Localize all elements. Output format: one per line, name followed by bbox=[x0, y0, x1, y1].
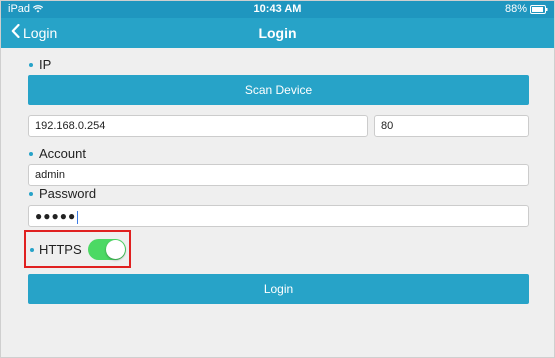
ip-label-text: IP bbox=[39, 57, 52, 72]
bullet-icon bbox=[29, 62, 33, 67]
battery-percent: 88% bbox=[504, 3, 527, 15]
scan-device-button[interactable]: Scan Device bbox=[28, 75, 529, 105]
app-window: iPad 10:43 AM 88% Login Login IP Scan De… bbox=[0, 0, 555, 358]
port-input[interactable]: 80 bbox=[374, 115, 529, 137]
toggle-knob bbox=[106, 240, 125, 259]
bullet-icon bbox=[29, 191, 33, 196]
page-title: Login bbox=[258, 25, 297, 41]
status-time: 10:43 AM bbox=[253, 3, 302, 15]
bullet-icon bbox=[30, 247, 34, 252]
https-label-text: HTTPS bbox=[39, 242, 82, 257]
password-label-text: Password bbox=[39, 186, 97, 201]
https-label: HTTPS bbox=[30, 242, 82, 257]
https-highlight-box: HTTPS bbox=[24, 230, 131, 268]
password-dots: ●●●●● bbox=[35, 209, 77, 223]
ip-label: IP bbox=[29, 57, 51, 72]
status-right: 88% bbox=[505, 3, 548, 15]
login-button[interactable]: Login bbox=[28, 274, 529, 304]
https-toggle[interactable] bbox=[88, 239, 126, 260]
account-input[interactable]: admin bbox=[28, 164, 529, 186]
account-label-text: Account bbox=[39, 146, 86, 161]
status-bar: iPad 10:43 AM 88% bbox=[1, 1, 554, 18]
password-label: Password bbox=[29, 186, 96, 201]
battery-icon bbox=[530, 4, 548, 14]
bullet-icon bbox=[29, 151, 33, 156]
account-label: Account bbox=[29, 146, 86, 161]
ip-input[interactable]: 192.168.0.254 bbox=[28, 115, 368, 137]
nav-bar: Login Login bbox=[1, 18, 554, 48]
password-input[interactable]: ●●●●● bbox=[28, 205, 529, 227]
text-cursor bbox=[77, 210, 79, 224]
